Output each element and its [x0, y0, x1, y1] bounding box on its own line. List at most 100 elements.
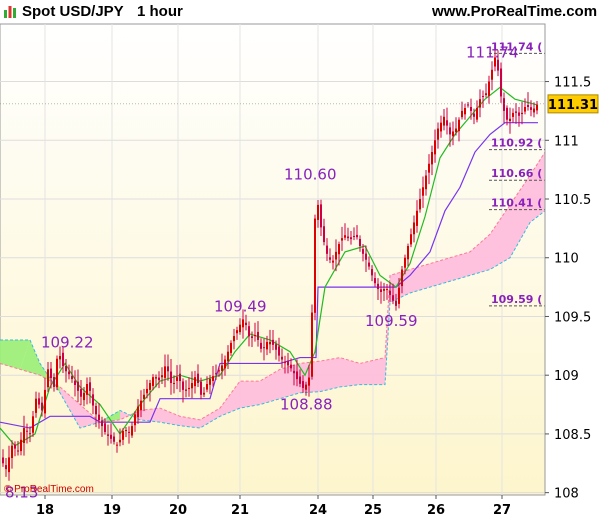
- y-tick-label: 111: [554, 134, 579, 149]
- candle: [311, 304, 313, 380]
- candle-body: [518, 112, 520, 116]
- y-tick-label: 108.5: [554, 428, 591, 443]
- y-tick-label: 110.5: [554, 193, 591, 208]
- candle-body: [356, 234, 358, 238]
- candle-body: [185, 389, 187, 391]
- candle-body: [95, 405, 97, 415]
- candle-body: [308, 377, 310, 386]
- candle-body: [254, 335, 256, 337]
- y-tick-label: 109.5: [554, 310, 591, 325]
- candle-body: [455, 128, 457, 133]
- candle-body: [452, 131, 454, 137]
- candle-body: [269, 341, 271, 345]
- level-label: 110.66 (: [491, 167, 542, 180]
- candle-body: [107, 434, 109, 436]
- candle-body: [212, 376, 214, 381]
- candle-body: [23, 428, 25, 443]
- candle-body: [419, 199, 421, 210]
- candle-body: [338, 244, 340, 255]
- candle-body: [512, 112, 514, 117]
- candle-body: [449, 127, 451, 135]
- candle-body: [53, 377, 55, 387]
- candle-body: [197, 373, 199, 384]
- candle-body: [29, 433, 31, 435]
- candle-body: [86, 384, 88, 395]
- candle-body: [410, 234, 412, 245]
- candle-body: [446, 120, 448, 126]
- candle-body: [416, 210, 418, 226]
- candle-body: [143, 394, 145, 399]
- interval-label: 1 hour: [137, 3, 183, 20]
- candle-body: [170, 371, 172, 384]
- candle-body: [14, 444, 16, 449]
- site-link[interactable]: www.ProRealTime.com: [432, 2, 597, 22]
- candle-body: [476, 107, 478, 120]
- candle-body: [68, 371, 70, 375]
- candle-body: [359, 238, 361, 246]
- candle-body: [509, 118, 511, 122]
- x-tick-label: 25: [364, 503, 382, 518]
- candle-body: [50, 368, 52, 379]
- candle-body: [8, 457, 10, 473]
- level-label: 110.92 (: [491, 137, 542, 150]
- candle-body: [89, 382, 91, 391]
- candle-body: [266, 341, 268, 350]
- candle-body: [458, 119, 460, 132]
- candle-body: [296, 371, 298, 380]
- candle-body: [497, 59, 499, 71]
- x-tick-label: 18: [36, 503, 54, 518]
- candle-body: [110, 434, 112, 439]
- candle-body: [200, 381, 202, 395]
- candle-body: [437, 128, 439, 140]
- candle-body: [425, 175, 427, 190]
- candle-body: [191, 383, 193, 389]
- candle-body: [80, 389, 82, 397]
- candle-body: [47, 369, 49, 388]
- candle-body: [236, 330, 238, 334]
- candle-body: [152, 377, 154, 386]
- candle-body: [344, 235, 346, 238]
- candle-body: [533, 108, 535, 113]
- candle-body: [389, 290, 391, 295]
- candle-body: [386, 289, 388, 291]
- price-annotation: 111.74: [466, 43, 519, 61]
- candle-body: [161, 375, 163, 378]
- candle-body: [17, 450, 19, 452]
- chart-canvas: 111.74 (110.92 (110.66 (110.41 (109.59 (…: [0, 23, 599, 518]
- candle-body: [479, 99, 481, 108]
- candle-body: [395, 300, 397, 306]
- candle-body: [335, 251, 337, 260]
- candle-body: [350, 237, 352, 240]
- candle-body: [365, 253, 367, 260]
- candle-body: [467, 104, 469, 106]
- candle-body: [251, 336, 253, 338]
- candle-body: [71, 376, 73, 380]
- candle-body: [263, 347, 265, 349]
- candle-body: [422, 187, 424, 196]
- candle-body: [116, 444, 118, 446]
- candle-body: [77, 381, 79, 391]
- candle-body: [56, 358, 58, 388]
- candle-body: [371, 269, 373, 276]
- price-annotation: 109.22: [41, 333, 94, 351]
- candle-body: [326, 245, 328, 254]
- candle-body: [101, 420, 103, 427]
- x-tick-label: 24: [309, 503, 327, 518]
- candle-body: [536, 105, 538, 111]
- candle-body: [134, 414, 136, 426]
- candle-body: [146, 388, 148, 394]
- candle: [314, 214, 316, 321]
- candle-body: [311, 312, 313, 377]
- candle-body: [203, 392, 205, 395]
- candle-body: [515, 111, 517, 113]
- candle-body: [524, 107, 526, 112]
- candle-body: [260, 342, 262, 349]
- candle-body: [521, 112, 523, 115]
- candle-body: [353, 235, 355, 237]
- candle-body: [158, 377, 160, 381]
- candle-body: [488, 81, 490, 96]
- candle-body: [137, 406, 139, 418]
- candle-body: [431, 152, 433, 165]
- candle-body: [434, 140, 436, 155]
- x-tick-label: 19: [103, 503, 121, 518]
